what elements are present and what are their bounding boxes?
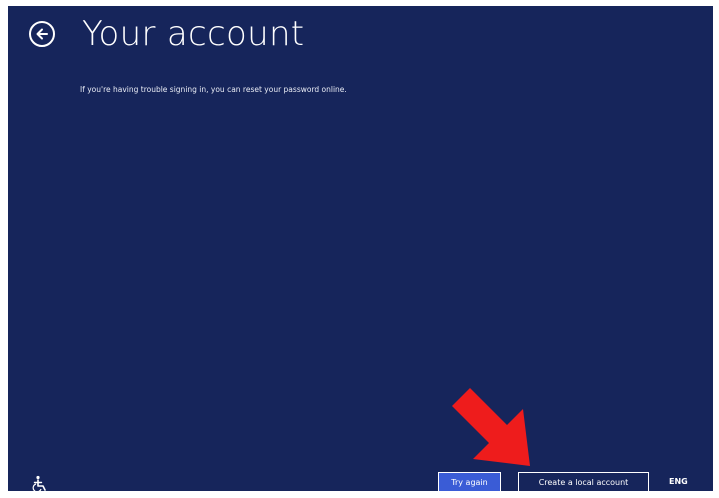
ease-of-access-icon[interactable] — [31, 474, 49, 491]
page-title: Your account — [82, 14, 305, 54]
language-indicator[interactable]: ENG — [669, 475, 688, 489]
try-again-button[interactable]: Try again — [438, 472, 501, 491]
create-local-account-button[interactable]: Create a local account — [518, 472, 649, 491]
back-arrow-icon — [36, 28, 48, 40]
reset-password-help-text: If you're having trouble signing in, you… — [80, 85, 347, 94]
back-button[interactable] — [29, 21, 55, 47]
setup-screen: Your account If you're having trouble si… — [8, 6, 713, 491]
